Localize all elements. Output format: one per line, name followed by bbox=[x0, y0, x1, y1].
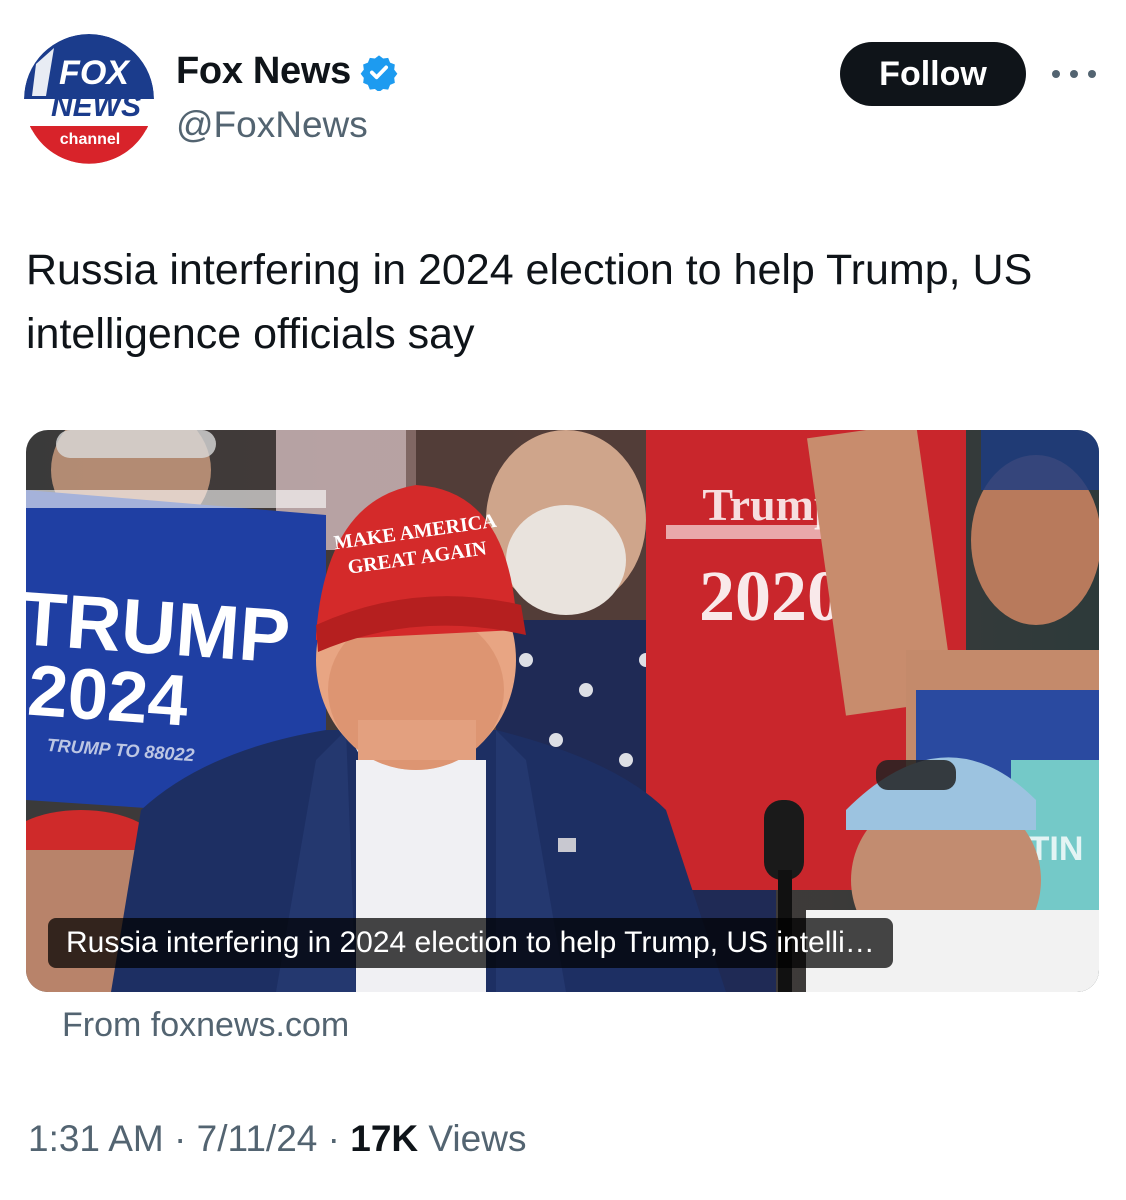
views-count[interactable]: 17K bbox=[350, 1118, 418, 1159]
views-label: Views bbox=[428, 1118, 527, 1159]
sign-2024-text: 2024 bbox=[26, 651, 191, 742]
card-source[interactable]: From foxnews.com bbox=[62, 1006, 349, 1045]
tweet-text: Russia interfering in 2024 election to h… bbox=[26, 246, 1033, 358]
logo-channel-text: channel bbox=[60, 131, 120, 148]
shirt-2020-text: 2020 bbox=[699, 556, 843, 636]
fox-news-logo-icon: FOX NEWS channel bbox=[24, 34, 154, 164]
tweet-date[interactable]: 7/11/24 bbox=[197, 1118, 318, 1159]
more-dot bbox=[1088, 70, 1096, 78]
logo-fox-text: FOX bbox=[59, 54, 131, 92]
tweet-time[interactable]: 1:31 AM bbox=[28, 1118, 164, 1159]
author-avatar[interactable]: FOX NEWS channel bbox=[24, 34, 154, 164]
more-options-icon[interactable] bbox=[1052, 54, 1096, 94]
author-display-name[interactable]: Fox News bbox=[176, 50, 351, 93]
link-card[interactable]: Trump 2020 TIN TRUMP 2024 TRUMP TO 88022 bbox=[26, 430, 1099, 992]
meta-separator: · bbox=[327, 1118, 340, 1159]
verified-badge-icon bbox=[360, 54, 398, 91]
more-dot bbox=[1052, 70, 1060, 78]
logo-news-text: NEWS bbox=[51, 90, 141, 123]
card-image: Trump 2020 TIN TRUMP 2024 TRUMP TO 88022 bbox=[26, 430, 1099, 992]
author-name-row: Fox News bbox=[176, 50, 398, 93]
author-handle[interactable]: @FoxNews bbox=[176, 104, 368, 146]
card-caption: Russia interfering in 2024 election to h… bbox=[48, 918, 893, 968]
more-dot bbox=[1070, 70, 1078, 78]
tweet-meta: 1:31 AM · 7/11/24 · 17K Views bbox=[28, 1118, 526, 1160]
meta-separator: · bbox=[174, 1118, 187, 1159]
follow-button[interactable]: Follow bbox=[840, 42, 1026, 106]
